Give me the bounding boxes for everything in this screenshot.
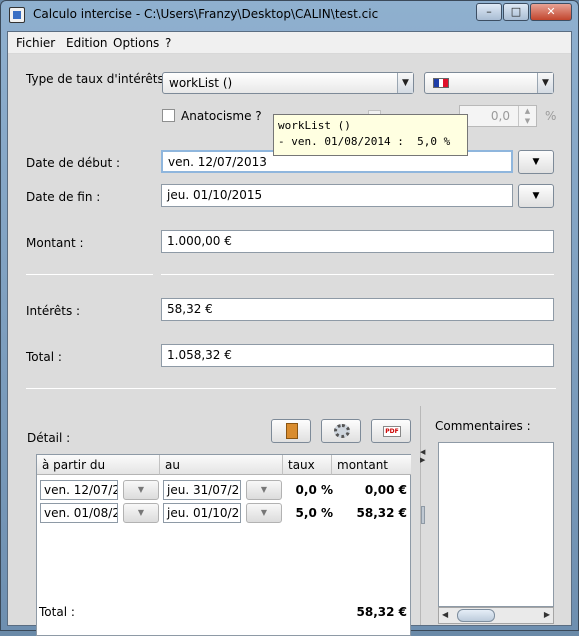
window-controls: – □ ✕ (475, 3, 572, 21)
copy-button[interactable] (271, 419, 311, 443)
menu-help[interactable]: ? (165, 36, 171, 50)
row-rate: 0,0 % (295, 483, 333, 497)
maximize-button[interactable]: □ (503, 3, 529, 21)
rate-tooltip: workList () - ven. 01/08/2014 : 5,0 % (273, 114, 468, 156)
row-rate: 5,0 % (295, 506, 333, 520)
scroll-left-icon[interactable]: ◀ (442, 610, 448, 619)
end-date-label: Date de fin : (26, 190, 101, 204)
comments-horizontal-scrollbar[interactable]: ◀ ▶ (438, 607, 554, 624)
interest-label: Intérêts : (26, 304, 81, 318)
chevron-down-icon[interactable]: ▼ (537, 73, 553, 93)
tooltip-line-1: workList () (278, 119, 351, 132)
main-form: Type de taux d'intérêts : workList () ▼ … (8, 54, 571, 636)
column-header-rate[interactable]: taux (283, 455, 332, 475)
row-to-input[interactable]: jeu. 31/07/20 (163, 480, 241, 500)
column-header-to[interactable]: au (160, 455, 283, 475)
separator (161, 274, 554, 275)
detail-label: Détail : (27, 431, 71, 445)
app-window: Calculo intercise - C:\Users\Franzy\Desk… (0, 0, 579, 636)
menu-edition[interactable]: Edition (66, 36, 108, 50)
row-to-input[interactable]: jeu. 01/10/20 (163, 503, 241, 523)
rate-spinner[interactable]: 0,0 ▲ ▼ (459, 105, 537, 127)
rate-unit: % (545, 109, 557, 123)
row-to-picker[interactable]: ▼ (246, 480, 282, 500)
row-from-input[interactable]: ven. 12/07/20 (40, 480, 118, 500)
scrollbar-thumb[interactable] (457, 609, 495, 622)
end-date-input[interactable]: jeu. 01/10/2015 (161, 184, 513, 207)
chevron-down-icon[interactable]: ▼ (397, 73, 413, 93)
end-date-button[interactable]: ▼ (518, 184, 554, 208)
start-date-button[interactable]: ▼ (518, 150, 554, 174)
total-label: Total : (26, 350, 62, 364)
separator (26, 274, 153, 275)
row-amount: 0,00 € (364, 483, 407, 497)
title-bar[interactable]: Calculo intercise - C:\Users\Franzy\Desk… (1, 1, 578, 29)
french-flag-icon (433, 78, 449, 88)
settings-button[interactable] (321, 419, 361, 443)
splitter-arrows-icon[interactable]: ◀ ▶ (420, 448, 425, 464)
splitter-grip[interactable] (421, 506, 425, 524)
rate-value: 0,0 (490, 109, 510, 123)
window-title: Calculo intercise - C:\Users\Franzy\Desk… (33, 7, 379, 21)
row-from-input[interactable]: ven. 01/08/20 (40, 503, 118, 523)
client-area: Fichier Edition Options ? Type de taux d… (7, 31, 572, 636)
separator (26, 388, 556, 389)
row-to-picker[interactable]: ▼ (246, 503, 282, 523)
comments-label: Commentaires : (435, 419, 531, 433)
clipboard-icon (286, 423, 298, 439)
start-date-label: Date de début : (26, 156, 121, 170)
gear-icon (334, 424, 350, 438)
menu-options[interactable]: Options (113, 36, 159, 50)
app-icon[interactable] (9, 7, 25, 23)
total-output: 1.058,32 € (161, 344, 554, 367)
menu-fichier[interactable]: Fichier (16, 36, 55, 50)
close-button[interactable]: ✕ (530, 3, 572, 21)
minimize-button[interactable]: – (476, 3, 502, 21)
split-pane-divider[interactable]: ◀ ▶ (420, 406, 430, 625)
comments-textarea[interactable] (438, 442, 554, 607)
pdf-export-button[interactable]: PDF (371, 419, 411, 443)
detail-total-value: 58,32 € (356, 605, 407, 619)
anatocisme-checkbox[interactable] (162, 109, 175, 122)
tooltip-line-2: - ven. 01/08/2014 : 5,0 % (278, 135, 451, 148)
detail-total-label: Total : (39, 605, 75, 619)
row-amount: 58,32 € (356, 506, 407, 520)
detail-table: à partir du au taux montant ven. 12/07/2… (36, 454, 411, 636)
anatocisme-label: Anatocisme ? (181, 109, 262, 123)
amount-label: Montant : (26, 236, 84, 250)
rate-type-label: Type de taux d'intérêts : (26, 72, 172, 86)
column-header-from[interactable]: à partir du (37, 455, 160, 475)
row-from-picker[interactable]: ▼ (123, 503, 159, 523)
spin-arrows-icon[interactable]: ▲ ▼ (518, 106, 536, 126)
rate-type-combo[interactable]: workList () ▼ (162, 72, 414, 94)
amount-input[interactable]: 1.000,00 € (161, 230, 554, 253)
scroll-right-icon[interactable]: ▶ (544, 610, 550, 619)
menu-bar: Fichier Edition Options ? (8, 32, 571, 54)
row-from-picker[interactable]: ▼ (123, 480, 159, 500)
pdf-icon: PDF (383, 426, 401, 437)
column-header-amount[interactable]: montant (332, 455, 411, 475)
country-combo[interactable]: ▼ (424, 72, 554, 94)
rate-type-value: workList () (169, 76, 233, 90)
interest-output: 58,32 € (161, 298, 554, 321)
